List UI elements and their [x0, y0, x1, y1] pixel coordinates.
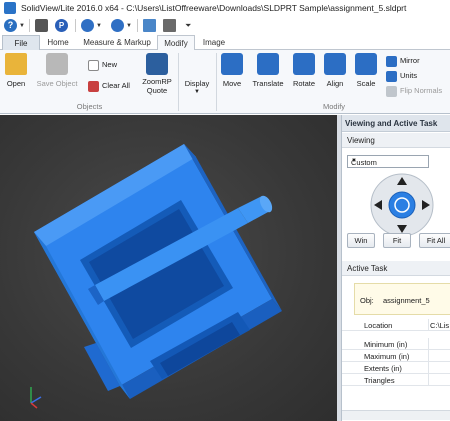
mirror-icon — [386, 56, 397, 67]
table-row: Location C:\Lis — [342, 319, 450, 331]
redo-icon — [111, 19, 124, 32]
move-button[interactable]: Move — [218, 50, 246, 100]
customize-icon: ⏷ — [185, 21, 192, 30]
help-button[interactable]: ? ▼ — [4, 18, 26, 33]
object-info-box: Obj: assignment_5 — [354, 283, 450, 315]
folder-icon — [5, 53, 27, 75]
horizontal-scrollbar[interactable] — [342, 410, 450, 420]
scale-button[interactable]: Scale — [352, 50, 380, 100]
fit-button[interactable]: Fit — [383, 233, 411, 248]
table-row: Minimum (in) — [342, 338, 450, 350]
p-icon: P — [55, 19, 68, 32]
panel-title: Viewing and Active Task — [345, 119, 438, 128]
viewing-active-task-panel: Viewing and Active Task Viewing Custom ▼… — [341, 115, 450, 421]
print-icon — [35, 19, 48, 32]
tab-modify[interactable]: Modify — [157, 35, 195, 51]
zoomrp-icon — [146, 53, 168, 75]
active-task-section-header[interactable]: Active Task — [342, 261, 450, 276]
fit-all-button[interactable]: Fit All — [419, 233, 450, 248]
layout-button[interactable] — [163, 18, 177, 33]
tab-image[interactable]: Image — [198, 35, 230, 50]
panel-title-bar: Viewing and Active Task — [342, 115, 450, 132]
axis-triad-icon — [30, 387, 42, 409]
move-icon — [221, 53, 243, 75]
quick-access-toolbar: ? ▼ P ▼ ▼ ⏷ — [0, 16, 450, 35]
display-button[interactable]: Display ▼ — [181, 50, 213, 110]
align-button[interactable]: Align — [321, 50, 349, 100]
align-icon — [324, 53, 346, 75]
ribbon: Open Save Object New Clear All ZoomRP Qu… — [0, 50, 450, 114]
translate-button[interactable]: Translate — [249, 50, 287, 100]
table-row: Extents (in) — [342, 362, 450, 374]
save-object-button[interactable]: Save Object — [33, 50, 81, 100]
obj-value: assignment_5 — [383, 296, 430, 305]
undo-icon — [81, 19, 94, 32]
tab-measure-markup[interactable]: Measure & Markup — [78, 35, 156, 50]
flip-normals-icon — [386, 86, 397, 97]
table-row: Maximum (in) — [342, 350, 450, 362]
view-select[interactable]: Custom ▼ — [347, 155, 429, 168]
obj-label: Obj: — [360, 296, 374, 305]
undo-button[interactable]: ▼ — [81, 18, 103, 33]
zoomrp-quote-button[interactable]: ZoomRP Quote — [139, 50, 175, 100]
title-bar: SolidView/Lite 2016.0 x64 - C:\Users\Lis… — [0, 0, 450, 16]
window-button[interactable] — [143, 18, 157, 33]
chevron-down-icon: ▼ — [351, 158, 357, 164]
tab-home[interactable]: Home — [43, 35, 73, 50]
save-icon — [46, 53, 68, 75]
tab-file[interactable]: File — [2, 35, 40, 50]
units-icon — [386, 71, 397, 82]
display-dropdown-icon: ▼ — [194, 89, 200, 95]
scale-icon — [355, 53, 377, 75]
viewing-section-header[interactable]: Viewing — [342, 133, 450, 148]
ribbon-tabs: File Home Measure & Markup Modify Image — [0, 35, 450, 51]
active-task-label: Active Task — [347, 264, 388, 273]
new-document-icon — [88, 60, 99, 71]
redo-button[interactable]: ▼ — [111, 18, 133, 33]
model-render — [34, 144, 282, 399]
group-label-objects: Objects — [76, 102, 103, 111]
window-title: SolidView/Lite 2016.0 x64 - C:\Users\Lis… — [21, 3, 407, 13]
viewing-label: Viewing — [347, 136, 375, 145]
group-label-modify: Modify — [322, 102, 346, 111]
rotate-button[interactable]: Rotate — [289, 50, 319, 100]
customize-toolbar-button[interactable]: ⏷ — [182, 18, 196, 33]
view-navigator[interactable] — [369, 172, 435, 238]
publish-button[interactable]: P — [55, 18, 69, 33]
app-icon — [4, 2, 16, 14]
window-icon — [143, 19, 156, 32]
rotate-icon — [293, 53, 315, 75]
print-button[interactable] — [35, 18, 49, 33]
win-button[interactable]: Win — [347, 233, 375, 248]
clear-icon — [88, 81, 99, 92]
layout-icon — [163, 19, 176, 32]
translate-icon — [257, 53, 279, 75]
3d-viewport[interactable] — [0, 115, 337, 421]
table-row: Triangles — [342, 374, 450, 386]
open-button[interactable]: Open — [2, 50, 30, 100]
help-icon: ? — [4, 19, 17, 32]
